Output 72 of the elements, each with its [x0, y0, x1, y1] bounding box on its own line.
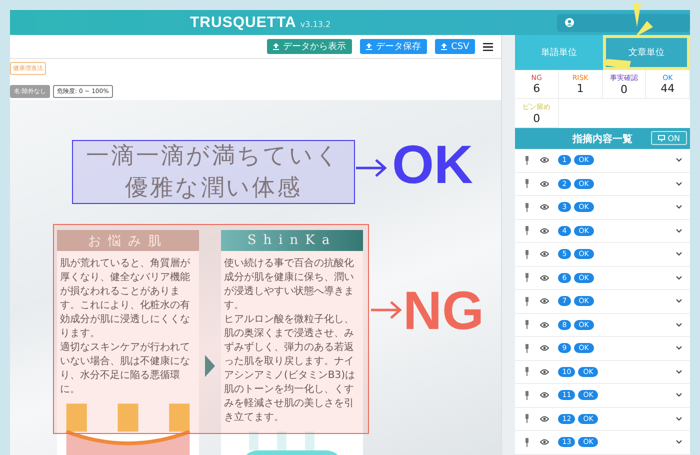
annotation-arrow: [356, 158, 388, 178]
eye-icon[interactable]: [540, 180, 550, 187]
mode-tab[interactable]: 文章単位: [602, 35, 690, 70]
menu-icon[interactable]: [483, 42, 494, 50]
pin-icon[interactable]: [525, 367, 530, 376]
eye-icon[interactable]: [540, 228, 550, 234]
pin-icon[interactable]: [525, 250, 530, 259]
pin-icon[interactable]: [525, 390, 530, 400]
card-title: お悩み肌: [57, 230, 199, 251]
card-text: 肌が荒れていると、角質層が厚くなり、健全なバリア機能が損なわれることがあります。これにより、化粧水の有効成分が肌に浸透しにくくなります。: [60, 257, 191, 341]
app-logo: TRUSQUETTA: [190, 14, 296, 31]
pin-icon[interactable]: [525, 202, 530, 212]
chevron-down-icon[interactable]: [676, 299, 682, 304]
headline-text: 優雅な潤い体感: [124, 174, 303, 203]
upload-icon: [273, 43, 280, 50]
version-label: v3.13.2: [300, 20, 331, 29]
chevron-down-icon[interactable]: [676, 158, 682, 162]
stat-value: 0: [533, 112, 540, 124]
card-text: ヒアルロン酸を微粒子化し、肌の奥深くまで浸透させ、みずみずしく、弾力のある若返った肌を取り戻します。ナイアシンアミノ(ビタミンB3)は肌のトーンを均一化し、くすみを軽減させ肌の美しさを引き立てます。: [224, 313, 356, 425]
eye-icon[interactable]: [540, 322, 550, 328]
toolbar-button[interactable]: データ保存: [360, 39, 428, 54]
eye-icon[interactable]: [540, 439, 550, 446]
eye-icon[interactable]: [540, 298, 550, 304]
eye-icon[interactable]: [540, 251, 550, 258]
chevron-down-icon[interactable]: [676, 322, 682, 327]
stat-value: 1: [576, 82, 584, 94]
stat-value: 6: [533, 82, 540, 94]
pin-icon[interactable]: [525, 344, 530, 353]
pin-icon[interactable]: [525, 156, 530, 165]
eye-icon[interactable]: [540, 274, 550, 281]
card-title: ShinKa: [221, 230, 363, 251]
upload-icon: [366, 43, 372, 50]
eye-icon[interactable]: [540, 368, 550, 375]
pin-icon[interactable]: [525, 296, 530, 306]
triangle-icon: [205, 355, 215, 377]
toolbar-button[interactable]: データから表示: [267, 39, 352, 54]
eye-icon[interactable]: [540, 204, 550, 210]
pin-icon[interactable]: [525, 414, 530, 424]
chevron-down-icon[interactable]: [676, 440, 682, 444]
card-text: 適切なスキンケアが行われていない場合、肌は不健康になり、水分不足に陥る悪循環に。: [60, 341, 191, 397]
chevron-down-icon[interactable]: [676, 346, 682, 350]
eye-icon[interactable]: [540, 345, 550, 352]
pin-icon[interactable]: [525, 273, 530, 282]
chevron-down-icon[interactable]: [676, 370, 682, 374]
toggle-button[interactable]: ON: [650, 131, 688, 145]
chevron-down-icon[interactable]: [676, 205, 682, 210]
headline-text: 一滴一滴が満ちていく: [85, 142, 342, 171]
annotation-verdict: NG: [403, 282, 484, 340]
stat-value: 0: [620, 82, 628, 96]
chevron-down-icon[interactable]: [676, 228, 682, 233]
eye-icon[interactable]: [540, 157, 550, 164]
chevron-down-icon[interactable]: [676, 182, 682, 186]
scrollbar-track[interactable]: [501, 35, 516, 455]
pin-icon[interactable]: [525, 438, 530, 447]
chevron-down-icon[interactable]: [676, 416, 682, 421]
annotation-arrow: [371, 300, 403, 320]
pin-icon[interactable]: [525, 320, 530, 330]
pin-icon[interactable]: [525, 226, 530, 236]
chevron-down-icon[interactable]: [676, 252, 682, 256]
mode-tab[interactable]: 単語単位: [515, 35, 603, 70]
stat-value: 44: [660, 82, 675, 94]
toolbar-button[interactable]: CSV: [435, 39, 476, 54]
eye-icon[interactable]: [540, 416, 550, 422]
list-title: 指摘内容一覧: [572, 132, 633, 146]
card-text: 使い続ける事で百合の抗酸化成分が肌を健康に保ち、潤いが浸透しやすい状態へ導きます。: [224, 257, 355, 313]
upload-icon: [441, 43, 448, 50]
user-icon: [565, 18, 574, 27]
chevron-down-icon[interactable]: [676, 276, 682, 280]
chevron-down-icon[interactable]: [676, 393, 682, 398]
pin-icon[interactable]: [525, 179, 530, 188]
eye-icon[interactable]: [540, 392, 550, 398]
annotation-verdict: OK: [392, 136, 473, 194]
